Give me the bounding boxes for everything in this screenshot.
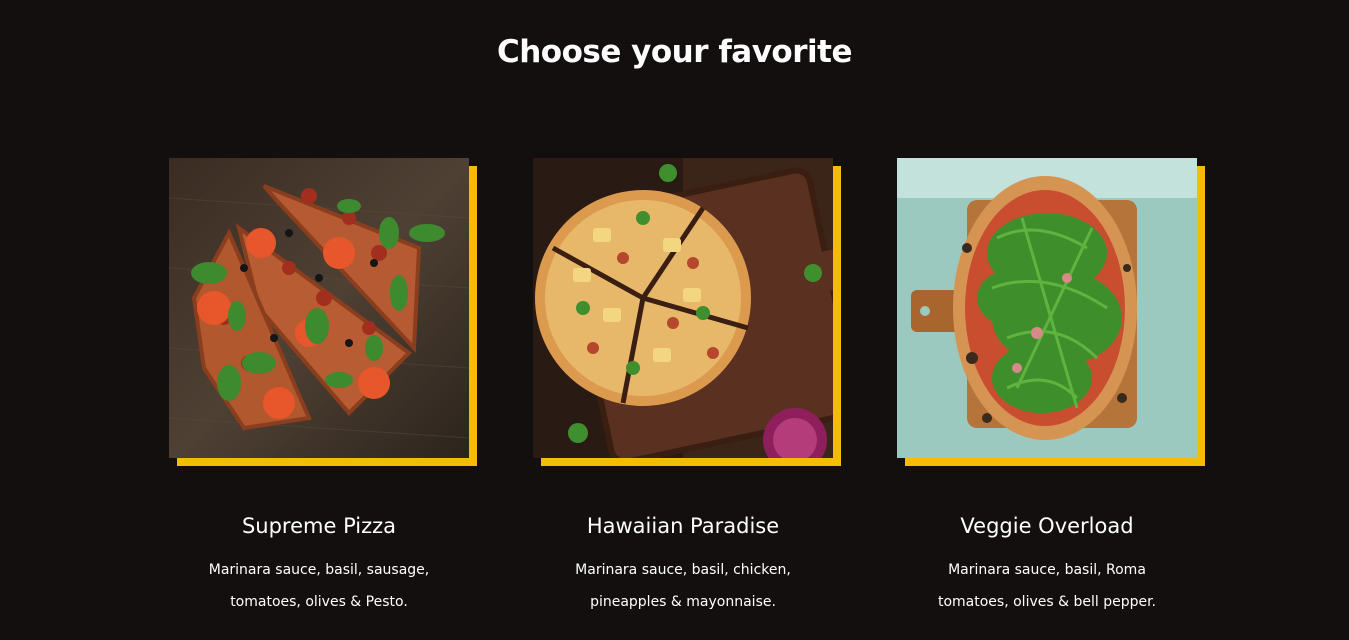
hawaiian-pizza-photo[interactable] xyxy=(533,158,833,458)
veggie-pizza-photo[interactable] xyxy=(897,158,1197,458)
pizza-card-veggie[interactable]: Veggie Overload Marinara sauce, basil, R… xyxy=(897,158,1205,618)
image-frame xyxy=(897,158,1205,466)
image-frame xyxy=(169,158,477,466)
card-title: Veggie Overload xyxy=(960,514,1134,538)
card-description: Marinara sauce, basil, chicken, pineappl… xyxy=(575,562,791,610)
section-heading: Choose your favorite xyxy=(496,34,853,70)
card-description: Marinara sauce, basil, sausage, tomatoes… xyxy=(208,562,430,610)
card-title: Hawaiian Paradise xyxy=(586,514,780,538)
pizza-card-supreme[interactable]: Supreme Pizza Marinara sauce, basil, sau… xyxy=(169,158,477,618)
pizza-card-hawaiian[interactable]: Hawaiian Paradise Marinara sauce, basil,… xyxy=(533,158,841,618)
card-title: Supreme Pizza xyxy=(241,514,397,538)
favorites-section: Choose your favorite Supreme Pizza Marin… xyxy=(0,0,1349,640)
image-frame xyxy=(533,158,841,466)
supreme-pizza-photo[interactable] xyxy=(169,158,469,458)
card-description: Marinara sauce, basil, Roma tomatoes, ol… xyxy=(937,562,1157,610)
